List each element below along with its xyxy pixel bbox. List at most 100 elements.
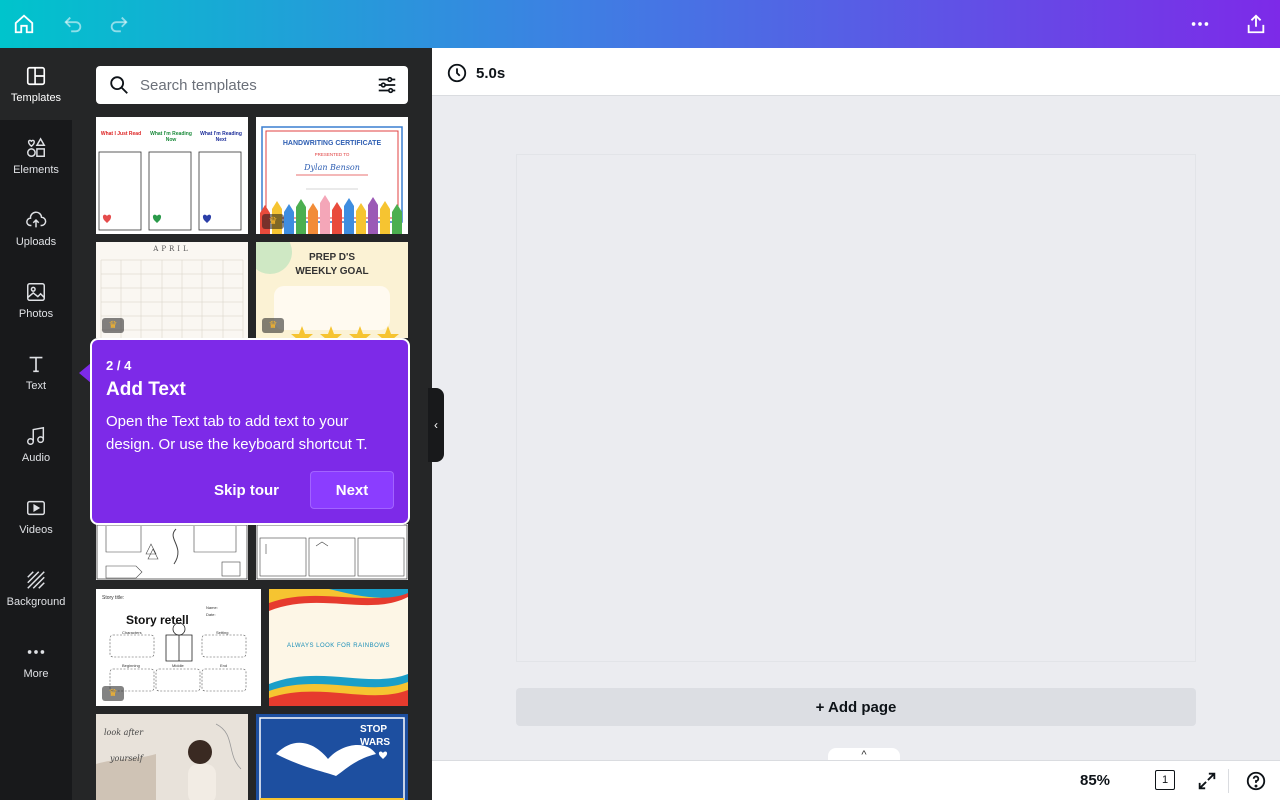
sidebar-item-label: Audio bbox=[21, 451, 51, 464]
chevron-left-icon: ‹ bbox=[434, 418, 438, 432]
stopwars-text-1: STOP bbox=[360, 724, 388, 735]
sidebar-item-label: More bbox=[23, 667, 49, 680]
search-bar bbox=[96, 66, 408, 104]
sidebar-item-label: Elements bbox=[13, 163, 59, 176]
story-label-middle: Middle bbox=[172, 663, 184, 668]
zoom-level[interactable]: 85% bbox=[1080, 772, 1110, 789]
reading-header-3: What I'm Reading Next bbox=[200, 131, 242, 143]
story-label-end: End bbox=[220, 663, 228, 668]
sidebar-item-videos[interactable]: Videos bbox=[0, 480, 72, 552]
template-story-map[interactable] bbox=[96, 524, 248, 580]
story-planner-art bbox=[256, 524, 408, 580]
home-button[interactable] bbox=[8, 8, 40, 40]
crown-icon: ♛ bbox=[268, 216, 278, 227]
sidebar-item-label: Templates bbox=[10, 91, 62, 104]
premium-badge: ♛ bbox=[102, 686, 124, 701]
sidebar-item-text[interactable]: Text bbox=[0, 336, 72, 408]
text-icon bbox=[29, 356, 43, 372]
duration-button[interactable]: 5.0s bbox=[446, 62, 505, 84]
certificate-presented: PRESENTED TO bbox=[314, 152, 350, 157]
premium-badge: ♛ bbox=[262, 214, 284, 229]
sidebar-item-label: Text bbox=[25, 379, 47, 392]
template-story-retell[interactable]: Story title: Name: Date: Story retell Ch… bbox=[96, 589, 261, 706]
sidebar-item-label: Uploads bbox=[15, 235, 57, 248]
left-rail: Templates Elements Uploads Photos Text A… bbox=[0, 48, 72, 800]
template-reading-tracker[interactable]: What I Just Read What I'm Reading Now Wh… bbox=[96, 117, 248, 234]
search-icon bbox=[110, 76, 128, 94]
design-page[interactable] bbox=[516, 154, 1196, 662]
undo-button[interactable] bbox=[57, 8, 89, 40]
template-always-look-for-rainbows[interactable]: ALWAYS LOOK FOR RAINBOWS bbox=[269, 589, 408, 706]
weekly-goal-subtitle: WEEKLY GOAL bbox=[295, 266, 369, 277]
sidebar-item-label: Photos bbox=[18, 307, 54, 320]
story-field-name: Name: bbox=[206, 605, 218, 610]
story-label-setting: Setting bbox=[216, 630, 229, 635]
template-handwriting-certificate[interactable]: HANDWRITING CERTIFICATE PRESENTED TO Dyl… bbox=[256, 117, 408, 234]
crown-icon: ♛ bbox=[108, 688, 118, 699]
story-heading: Story retell bbox=[126, 613, 189, 627]
stopwars-text-2: WARS bbox=[360, 737, 390, 748]
crown-icon: ♛ bbox=[108, 320, 118, 331]
fullscreen-icon[interactable] bbox=[1196, 770, 1218, 792]
bottom-bar: 85% 1 bbox=[432, 760, 1280, 800]
photos-icon bbox=[27, 282, 45, 301]
undo-icon bbox=[64, 16, 82, 33]
sidebar-item-elements[interactable]: Elements bbox=[0, 120, 72, 192]
sidebar-item-audio[interactable]: Audio bbox=[0, 408, 72, 480]
template-stop-wars[interactable]: STOP WARS bbox=[256, 714, 408, 800]
premium-badge: ♛ bbox=[262, 318, 284, 333]
certificate-title: HANDWRITING CERTIFICATE bbox=[282, 140, 382, 147]
elements-icon bbox=[27, 136, 46, 157]
selfcare-text-1: look after bbox=[104, 728, 144, 737]
tour-title: Add Text bbox=[106, 379, 186, 400]
crown-icon: ♛ bbox=[268, 320, 278, 331]
tour-description: Open the Text tab to add text to your de… bbox=[106, 413, 368, 453]
sidebar-item-background[interactable]: Background bbox=[0, 552, 72, 624]
more-icon bbox=[27, 649, 45, 654]
template-look-after-yourself[interactable]: look after yourself bbox=[96, 714, 248, 800]
rainbow-text: ALWAYS LOOK FOR RAINBOWS bbox=[287, 643, 390, 649]
page-count-button[interactable]: 1 bbox=[1155, 770, 1175, 790]
share-icon bbox=[1247, 14, 1265, 34]
more-icon bbox=[1191, 22, 1209, 26]
clock-icon bbox=[447, 63, 467, 83]
filter-icon[interactable] bbox=[376, 74, 398, 96]
uploads-icon bbox=[26, 210, 47, 227]
template-april-calendar[interactable]: APRIL ♛ bbox=[96, 242, 248, 338]
template-story-planner[interactable] bbox=[256, 524, 408, 580]
weekly-goal-title: PREP D'S bbox=[308, 252, 356, 263]
tour-step-counter: 2 / 4 bbox=[106, 358, 132, 373]
redo-icon bbox=[110, 16, 128, 33]
help-icon[interactable] bbox=[1245, 770, 1267, 792]
search-input[interactable] bbox=[140, 76, 360, 94]
add-page-button[interactable]: + Add page bbox=[516, 688, 1196, 726]
calendar-month: APRIL bbox=[153, 245, 191, 253]
videos-icon bbox=[27, 500, 45, 515]
sidebar-item-templates[interactable]: Templates bbox=[0, 48, 72, 120]
sidebar-item-photos[interactable]: Photos bbox=[0, 264, 72, 336]
more-options-button[interactable] bbox=[1184, 8, 1216, 40]
story-title-label: Story title: bbox=[102, 595, 125, 601]
skip-tour-button[interactable]: Skip tour bbox=[202, 471, 291, 509]
template-weekly-goal[interactable]: PREP D'S WEEKLY GOAL ♛ bbox=[256, 242, 408, 338]
reading-header-2: What I'm Reading Now bbox=[150, 131, 192, 143]
audio-icon bbox=[27, 426, 45, 445]
story-label-characters: Characters bbox=[122, 630, 142, 635]
selfcare-text-2: yourself bbox=[110, 754, 143, 763]
sidebar-item-label: Videos bbox=[19, 523, 53, 536]
reading-header-1: What I Just Read bbox=[100, 131, 142, 137]
story-field-date: Date: bbox=[206, 612, 216, 617]
share-button[interactable] bbox=[1240, 8, 1272, 40]
background-icon bbox=[27, 570, 45, 589]
tour-tooltip: 2 / 4 Add Text Open the Text tab to add … bbox=[90, 338, 410, 525]
next-button[interactable]: Next bbox=[310, 471, 394, 509]
sidebar-item-more[interactable]: More bbox=[0, 624, 72, 696]
divider bbox=[1228, 769, 1229, 793]
story-map-art bbox=[96, 524, 248, 580]
templates-icon bbox=[26, 66, 46, 85]
collapse-panel-handle[interactable]: ‹ bbox=[428, 388, 444, 462]
redo-button[interactable] bbox=[103, 8, 135, 40]
sidebar-item-label: Background bbox=[6, 595, 66, 608]
certificate-name: Dylan Benson bbox=[304, 163, 360, 172]
sidebar-item-uploads[interactable]: Uploads bbox=[0, 192, 72, 264]
